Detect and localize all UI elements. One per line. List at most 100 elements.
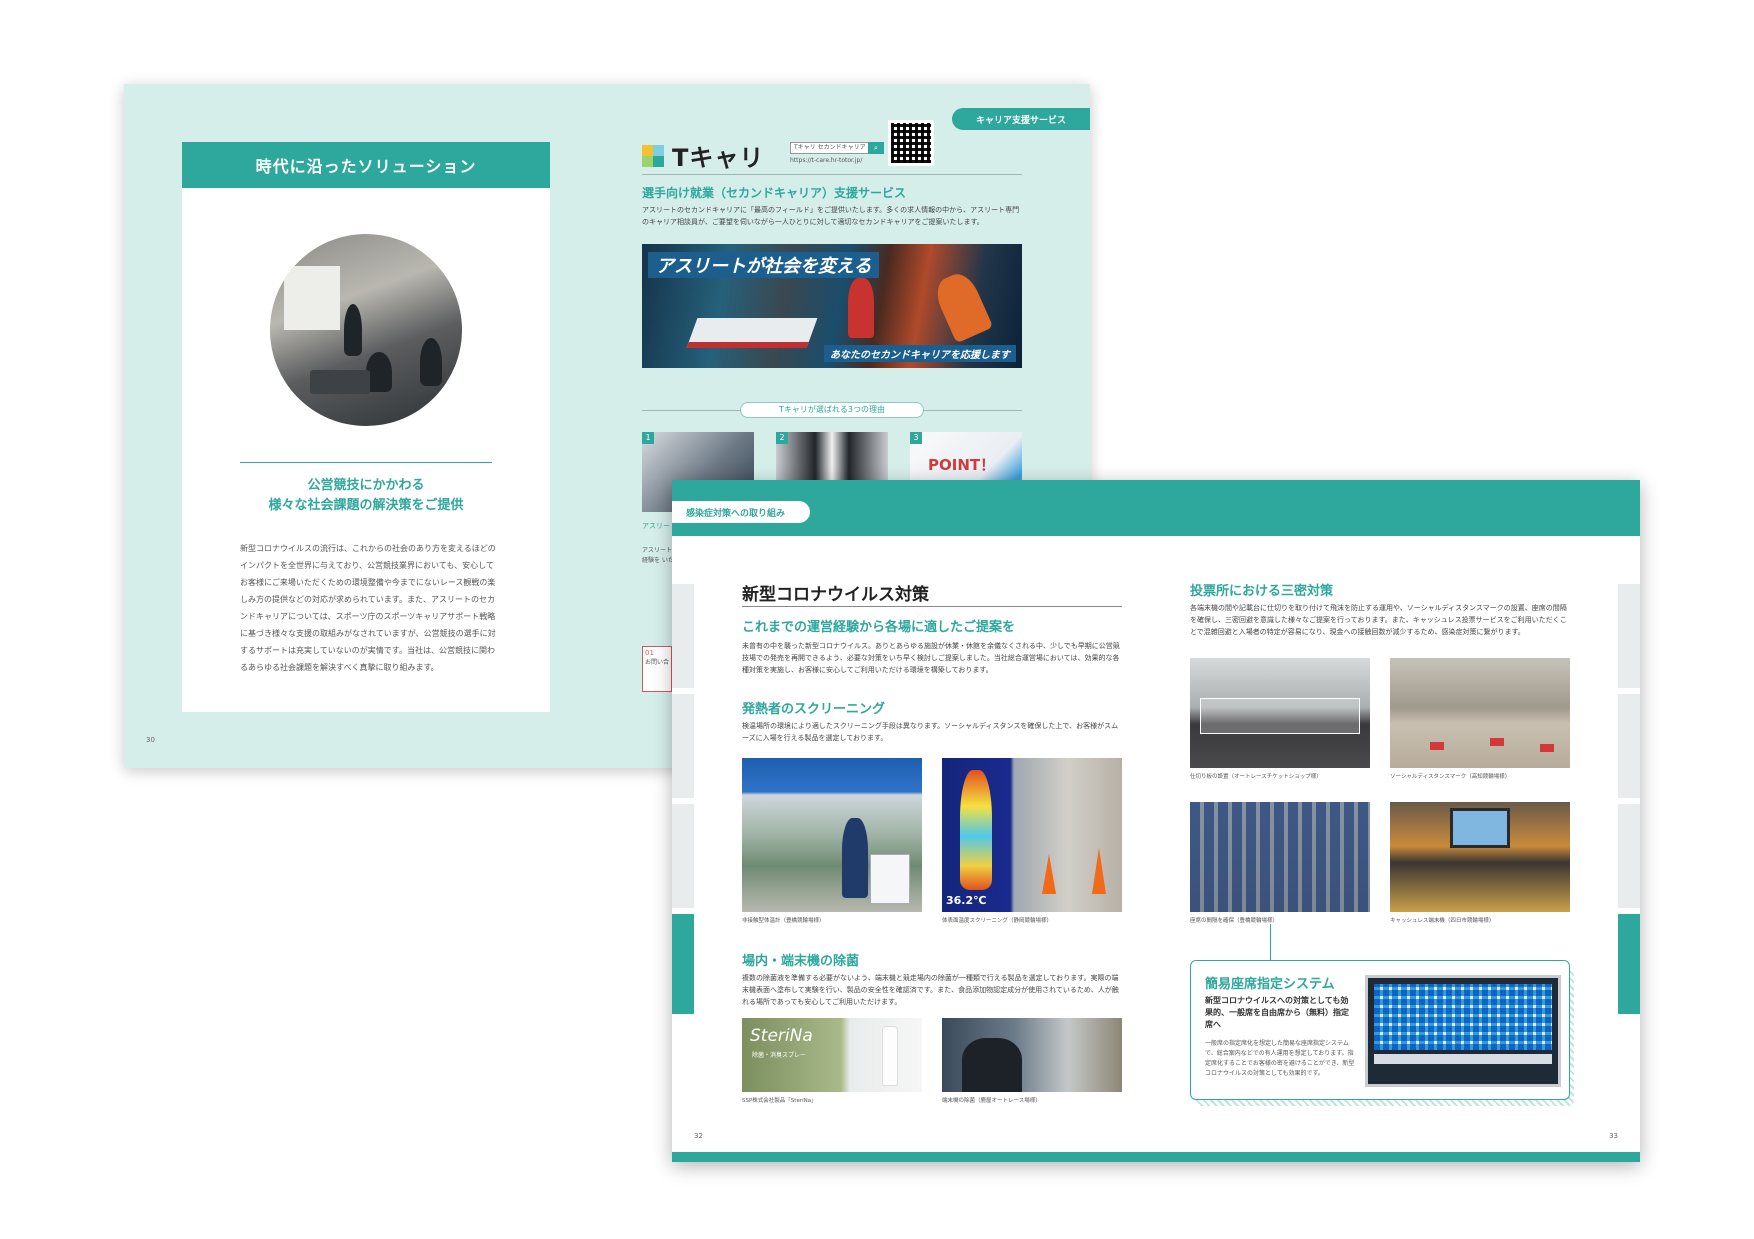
section-body: 未曾有の中を襲った新型コロナウイルス。ありとあらゆる施設が休業・休館を余儀なくさ… — [742, 642, 1120, 674]
worker-figure — [962, 1038, 1022, 1092]
sign-board — [870, 854, 910, 904]
section-body: 検温場所の環境により適したスクリーニング手段は異なります。ソーシャルディスタンス… — [742, 722, 1119, 742]
photo-caption: 仕切り板の設置（オートレースチケットショップ様） — [1190, 774, 1322, 780]
photo-caption: 座席の間隔を確保（豊橋競輪場様） — [1190, 918, 1279, 924]
thermal-reading: 36.2℃ — [946, 894, 987, 907]
seat-reservation-box: 簡易座席指定システム 新型コロナウイルスへの対策としても効果的、一般席を自由席か… — [1190, 960, 1570, 1100]
seminar-photo — [270, 234, 462, 426]
reason-number: 3 — [910, 432, 922, 444]
presenter-figure — [344, 304, 362, 356]
left-side-tabs — [672, 584, 694, 1020]
side-tab-active — [672, 914, 694, 1014]
side-tab — [672, 694, 694, 798]
hidden-contact-box: 01 お問い合 — [642, 646, 672, 692]
temperature-check-photo — [742, 758, 922, 912]
terminal-screen — [1450, 808, 1510, 848]
sterina-label: SteriNa — [750, 1026, 813, 1046]
photo-caption: SSP株式会社製品「SteriNa」 — [742, 1098, 817, 1104]
reason-number: 1 — [642, 432, 654, 444]
right-side-tabs — [1618, 584, 1640, 1020]
contact-text: お問い合 — [645, 659, 670, 666]
seat-box-title: 簡易座席指定システム — [1205, 977, 1335, 992]
service-description: アスリートのセカンドキャリアに「最高のフィールド」をご提供いたします。多くの求人… — [642, 206, 1020, 226]
qr-code-icon — [888, 120, 934, 166]
motor-racer-figure — [930, 268, 994, 344]
staff-figure — [842, 818, 868, 898]
solution-body-text: 新型コロナウイルスの流行は、これからの社会のあり方を変えるほどのインパクトを全世… — [240, 544, 496, 672]
photo-caption: ソーシャルディスタンスマーク（高知競輪場様） — [1390, 774, 1511, 780]
thermal-body-shape — [960, 770, 992, 890]
section-heading: 場内・端末機の除菌 — [742, 954, 860, 969]
banner-tagline: あなたのセカンドキャリアを応援します — [824, 345, 1016, 362]
section-heading: 投票所における三密対策 — [1190, 584, 1334, 599]
divider — [642, 174, 1022, 175]
cashless-terminal-photo — [1390, 802, 1570, 912]
thermal-screening-photo: 36.2℃ — [942, 758, 1122, 912]
seat-box-body: 一般席の指定席化を想定した簡易な座席指定システムで、総合案内などでの有人運用を想… — [1205, 1040, 1355, 1077]
section-heading: 発熱者のスクリーニング — [742, 702, 886, 717]
page-number: 30 — [146, 736, 155, 744]
sterina-sublabel: 除菌・消臭スプレー — [752, 1052, 807, 1059]
section-body: 複数の除菌液を準備する必要がないよう、端末機と競走場内の除菌が一種類で行える製品… — [742, 974, 1119, 1006]
logo-mark-icon — [642, 144, 664, 167]
page-number: 33 — [1609, 1132, 1618, 1140]
reason-number: 2 — [776, 432, 788, 444]
photo-caption: 端末機の除菌（鹿屋オートレース場様） — [942, 1098, 1041, 1104]
contact-number: 01 — [645, 649, 654, 657]
projector-screen — [284, 266, 340, 330]
side-tab — [1618, 804, 1640, 908]
page-title: 新型コロナウイルス対策 — [742, 585, 929, 605]
point-text: POINT！ — [928, 456, 996, 474]
partition-photo — [1190, 658, 1370, 768]
spray-bottle — [882, 1026, 898, 1086]
side-tab-active — [1618, 914, 1640, 1014]
section-heading: これまでの運営経験から各場に適したご提案を — [742, 620, 1016, 635]
photo-caption: 非接触型体温計（豊橋競輪場様） — [742, 918, 825, 924]
divider — [240, 462, 492, 463]
photo-caption: キャッシュレス端末機（四日市競輪場様） — [1390, 918, 1495, 924]
desk-shape — [310, 370, 370, 394]
sterina-product-photo: SteriNa 除菌・消臭スプレー — [742, 1018, 922, 1092]
floor-mark — [1540, 744, 1554, 752]
side-tab — [672, 584, 694, 688]
seat-controls-bar — [1374, 1053, 1552, 1064]
reasons-label: Tキャリが選ばれる3つの理由 — [740, 402, 924, 418]
seat-box-lead: 新型コロナウイルスへの対策としても効果的、一般席を自由席から（無料）指定席へ — [1205, 996, 1349, 1029]
terminal-disinfection-photo — [942, 1018, 1122, 1092]
career-support-tag: キャリア支援サービス — [952, 108, 1090, 130]
bottom-band — [672, 1152, 1640, 1162]
section-body: 各端末機の間や記載台に仕切りを取り付けて飛沫を防止する運用や、ソーシャルディスタ… — [1190, 604, 1567, 636]
logo-text: Tキャリ — [672, 144, 765, 172]
banner-headline: アスリートが社会を変える — [648, 252, 880, 278]
boat-shape — [686, 318, 818, 348]
seat-spacing-photo — [1190, 802, 1370, 912]
header-band — [672, 480, 1640, 536]
search-icon: ⌕ — [868, 142, 884, 154]
solution-card: 時代に沿ったソリューション 公営競技にかかわる 様々な社会課題の解決策をご提供 … — [182, 142, 550, 712]
partition-panel — [1200, 698, 1360, 734]
infection-measures-tag: 感染症対策への取り組み — [672, 501, 810, 523]
floor-mark — [1490, 738, 1504, 746]
attendee-figure — [420, 338, 442, 386]
distance-mark-photo — [1390, 658, 1570, 768]
traffic-cone — [1092, 848, 1106, 894]
floor-mark — [1430, 742, 1444, 750]
subtitle-line: 公営競技にかかわる — [307, 478, 425, 493]
page-number: 32 — [694, 1132, 703, 1140]
connector-line — [1270, 924, 1271, 960]
service-title: 選手向け就業（セカンドキャリア）支援サービス — [642, 186, 907, 200]
site-url: https://t-care.hr-totor.jp/ — [790, 157, 863, 164]
seat-system-screen — [1365, 975, 1561, 1087]
cyclist-figure — [848, 278, 874, 338]
traffic-cone — [1042, 854, 1056, 894]
photo-caption: 体表面温度スクリーニング（静岡競輪場様） — [942, 918, 1053, 924]
solution-subtitle: 公営競技にかかわる 様々な社会課題の解決策をご提供 — [202, 476, 530, 516]
seat-map-grid — [1374, 984, 1552, 1050]
subtitle-line: 様々な社会課題の解決策をご提供 — [268, 498, 464, 513]
side-tab — [1618, 694, 1640, 798]
front-spread-pages-32-33: 感染症対策への取り組み 新型コロナウイルス対策 これまでの運営経験から各場に適し… — [672, 480, 1640, 1162]
divider — [742, 606, 1122, 607]
side-tab — [1618, 584, 1640, 688]
side-tab — [672, 804, 694, 908]
tcareer-logo: Tキャリ — [642, 138, 764, 173]
